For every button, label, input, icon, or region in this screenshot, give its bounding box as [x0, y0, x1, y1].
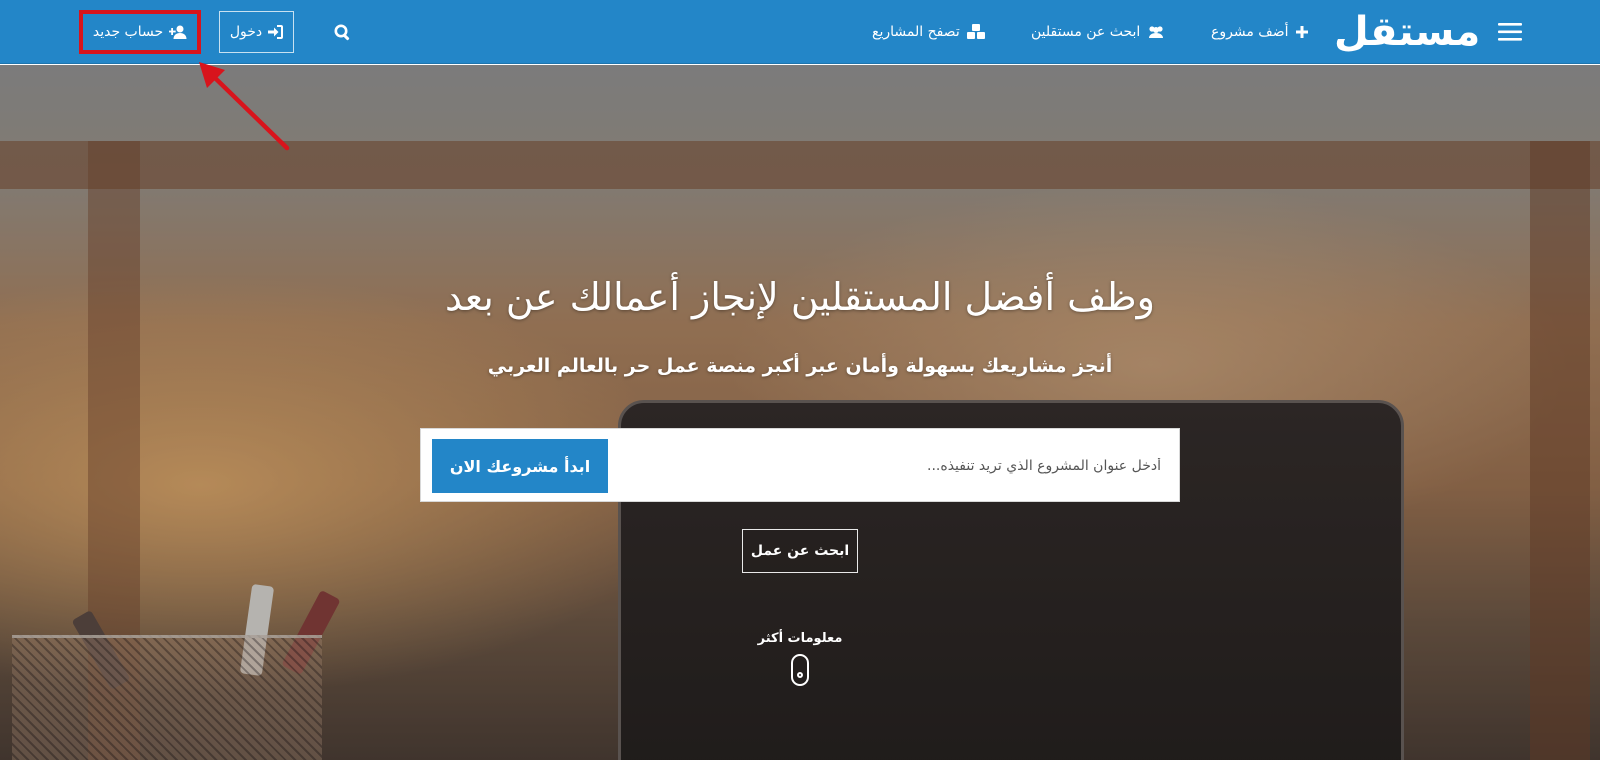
cubes-icon [966, 24, 985, 39]
hero-section: وظف أفضل المستقلين لإنجاز أعمالك عن بعد … [0, 65, 1600, 760]
nav-browse-projects[interactable]: تصفح المشاريع [872, 0, 985, 64]
search-button[interactable] [331, 0, 353, 64]
top-navbar: مستقل أضف مشروع ابحث عن مستقلين تصفح الم… [0, 0, 1600, 64]
login-label: دخول [229, 24, 263, 40]
signup-button[interactable]: حساب جديد [81, 11, 199, 53]
nav-browse-projects-label: تصفح المشاريع [872, 24, 960, 40]
login-button[interactable]: دخول [219, 11, 294, 53]
project-title-input[interactable] [617, 439, 1171, 493]
more-info-link[interactable]: معلومات أكثر [720, 631, 880, 646]
project-search-form: ابدأ مشروعك الان [420, 428, 1180, 502]
find-work-button[interactable]: ابحث عن عمل [742, 529, 858, 573]
mouse-icon[interactable] [791, 654, 809, 686]
search-icon [334, 24, 349, 40]
start-project-button[interactable]: ابدأ مشروعك الان [432, 439, 608, 493]
menu-toggle-button[interactable] [1496, 0, 1524, 64]
nav-add-project[interactable]: أضف مشروع [1211, 0, 1308, 64]
nav-find-freelancers[interactable]: ابحث عن مستقلين [1031, 0, 1165, 64]
hero-title: وظف أفضل المستقلين لإنجاز أعمالك عن بعد [444, 275, 1156, 319]
users-icon [1149, 26, 1164, 38]
nav-find-freelancers-label: ابحث عن مستقلين [1031, 24, 1141, 40]
plus-icon [1295, 26, 1308, 38]
annotation-arrow-icon [199, 62, 290, 151]
hamburger-menu-icon [1498, 23, 1522, 41]
nav-add-project-label: أضف مشروع [1211, 24, 1289, 40]
sign-in-icon [268, 25, 284, 39]
signup-label: حساب جديد [92, 24, 164, 40]
site-logo[interactable]: مستقل [1334, 8, 1481, 56]
hero-subtitle: أنجز مشاريعك بسهولة وأمان عبر أكبر منصة … [487, 355, 1113, 377]
user-plus-icon [169, 25, 187, 39]
